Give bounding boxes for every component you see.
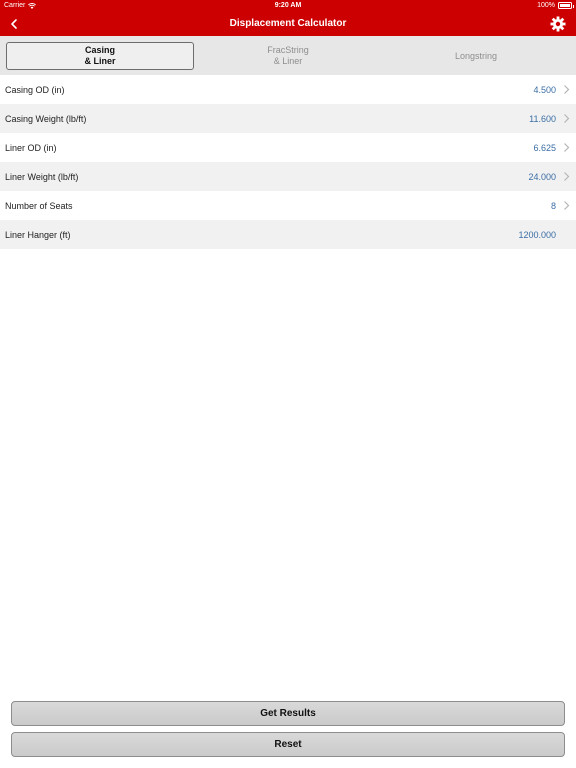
chevron-right-icon <box>564 143 570 152</box>
row-label: Casing OD (in) <box>5 85 65 95</box>
tab-fracstring-liner-line1: FracString <box>267 45 309 55</box>
row-label: Liner Weight (lb/ft) <box>5 172 79 182</box>
get-results-button[interactable]: Get Results <box>11 701 565 726</box>
list-item-casing-od[interactable]: Casing OD (in) 4.500 <box>0 75 576 104</box>
battery-percent: 100% <box>537 2 555 9</box>
row-value: 11.600 <box>529 114 556 124</box>
row-value: 6.625 <box>533 143 556 153</box>
row-label: Liner OD (in) <box>5 143 57 153</box>
chevron-right-icon <box>564 201 570 210</box>
reset-button[interactable]: Reset <box>11 732 565 757</box>
battery-status: 100% <box>537 2 574 9</box>
tab-casing-liner-line1: Casing <box>84 45 115 55</box>
row-value: 4.500 <box>533 85 556 95</box>
list-item-number-of-seats[interactable]: Number of Seats 8 <box>0 191 576 220</box>
battery-icon <box>558 2 574 9</box>
liner-hanger-input[interactable]: 1200.000 <box>518 230 556 240</box>
status-time: 9:20 AM <box>274 2 302 9</box>
list-item-liner-od[interactable]: Liner OD (in) 6.625 <box>0 133 576 162</box>
chevron-right-icon <box>564 85 570 94</box>
row-value: 24.000 <box>528 172 556 182</box>
tab-casing-liner-line2: & Liner <box>84 56 116 66</box>
list-item-casing-weight[interactable]: Casing Weight (lb/ft) 11.600 <box>0 104 576 133</box>
tab-fracstring-liner[interactable]: FracString & Liner <box>194 42 382 70</box>
segmented-control: Casing & Liner FracString & Liner Longst… <box>0 36 576 75</box>
row-value: 8 <box>550 201 556 211</box>
chevron-right-icon <box>564 114 570 123</box>
status-bar: Carrier 9:20 AM 100% <box>0 0 576 12</box>
list-item-liner-hanger[interactable]: Liner Hanger (ft) 1200.000 <box>0 220 576 249</box>
chevron-right-icon <box>564 172 570 181</box>
row-label: Casing Weight (lb/ft) <box>5 114 87 124</box>
page-title: Displacement Calculator <box>229 18 347 29</box>
row-label: Number of Seats <box>5 201 73 211</box>
navigation-bar: Displacement Calculator <box>0 12 576 36</box>
row-label: Liner Hanger (ft) <box>5 230 71 240</box>
gear-icon[interactable] <box>550 16 566 32</box>
tab-casing-liner[interactable]: Casing & Liner <box>6 42 194 70</box>
input-list: Casing OD (in) 4.500 Casing Weight (lb/f… <box>0 75 576 249</box>
tab-longstring-label: Longstring <box>454 50 498 61</box>
tab-longstring[interactable]: Longstring <box>382 42 570 70</box>
tab-fracstring-liner-line2: & Liner <box>273 56 303 66</box>
list-item-liner-weight[interactable]: Liner Weight (lb/ft) 24.000 <box>0 162 576 191</box>
